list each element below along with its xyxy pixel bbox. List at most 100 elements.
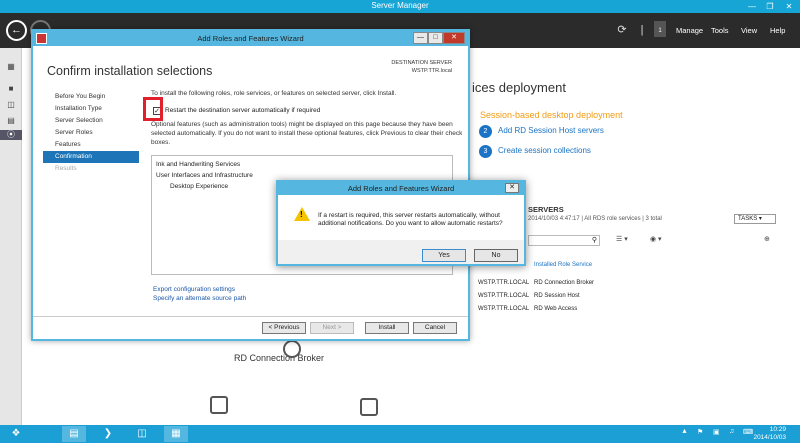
start-windows-icon[interactable]: ❖	[4, 426, 28, 442]
menu-tools[interactable]: Tools	[711, 26, 729, 35]
destination-server-value: WSTP.TTR.local	[411, 68, 452, 74]
back-button[interactable]: ←	[6, 20, 27, 41]
menu-view[interactable]: View	[741, 26, 757, 35]
table-row[interactable]: WSTP.TTR.LOCAL RD Session Host	[478, 293, 580, 299]
server-name: WSTP.TTR.LOCAL	[478, 306, 530, 312]
nav-features[interactable]: Features	[43, 139, 139, 151]
wizard-taskbar-icon[interactable]: ▦	[164, 426, 188, 442]
dialog-close-button[interactable]: ✕	[505, 183, 519, 193]
wizard-maximize-button[interactable]: □	[428, 32, 443, 44]
session-host-icon[interactable]	[360, 398, 378, 416]
footer-divider	[33, 316, 468, 317]
taskbar-clock[interactable]: 10:29 2014/10/03	[753, 426, 786, 442]
optional-features-text: Optional features (such as administratio…	[151, 121, 463, 146]
volume-icon[interactable]: ♫	[729, 428, 734, 435]
warning-icon: !	[294, 207, 310, 221]
server-manager-titlebar: Server Manager — ❐ ✕	[0, 0, 800, 13]
taskbar: ❖ ▤ ❯ ◫ ▦ ▲ ⚑ ▣ ♫ ⌨ 10:29 2014/10/03	[0, 425, 800, 443]
step-number: 2	[479, 125, 492, 138]
cancel-button[interactable]: Cancel	[413, 322, 457, 334]
file-explorer-icon[interactable]: ◫	[130, 426, 154, 442]
wizard-titlebar: Add Roles and Features Wizard	[33, 31, 468, 46]
server-name: WSTP.TTR.LOCAL	[478, 293, 530, 299]
restart-label: Restart the destination server automatic…	[165, 107, 321, 114]
wizard-app-icon	[36, 33, 47, 44]
install-button[interactable]: Install	[365, 322, 409, 334]
step-create-collections[interactable]: 3 Create session collections	[479, 145, 591, 158]
tray-chevron-icon[interactable]: ▲	[681, 428, 688, 435]
restore-button[interactable]: ❐	[761, 0, 779, 13]
intro-text: To install the following roles, role ser…	[151, 90, 397, 97]
alternate-source-link[interactable]: Specify an alternate source path	[153, 295, 246, 302]
flag-icon[interactable]: ⚑	[697, 428, 703, 436]
servers-search-input[interactable]: ⚲	[528, 235, 600, 246]
window-title: Server Manager	[371, 1, 429, 10]
dialog-title: Add Roles and Features Wizard	[278, 182, 524, 195]
web-access-icon[interactable]	[210, 396, 228, 414]
list-item: Ink and Handwriting Services	[156, 161, 241, 168]
wizard-title: Add Roles and Features Wizard	[197, 34, 304, 43]
all-servers-icon[interactable]: ◫	[5, 100, 17, 110]
close-button[interactable]: ✕	[780, 0, 798, 13]
column-header-role-service[interactable]: Installed Role Service	[534, 262, 592, 268]
save-query-icon[interactable]: ◉ ▾	[650, 235, 662, 243]
deployment-subtitle: Session-based desktop deployment	[480, 110, 623, 120]
page-title: Confirm installation selections	[47, 64, 213, 78]
highlight-annotation	[143, 97, 163, 121]
separator-icon: |	[640, 24, 644, 36]
table-row[interactable]: WSTP.TTR.LOCAL RD Web Access	[478, 306, 577, 312]
local-server-icon[interactable]: ■	[5, 84, 17, 94]
menu-help[interactable]: Help	[770, 26, 785, 35]
nav-confirmation[interactable]: Confirmation	[43, 151, 139, 163]
navigation-rail: ▦ ■ ◫ ▤ ⦿	[0, 48, 22, 425]
previous-button[interactable]: < Previous	[262, 322, 306, 334]
restart-option[interactable]: ✓ Restart the destination server automati…	[153, 107, 320, 115]
remote-desktop-icon[interactable]: ⦿	[0, 130, 22, 140]
role-name: RD Web Access	[534, 306, 578, 312]
wizard-minimize-button[interactable]: —	[413, 32, 428, 44]
network-icon[interactable]: ▣	[713, 428, 720, 436]
step-add-session-host[interactable]: 2 Add RD Session Host servers	[479, 125, 604, 138]
role-name: RD Session Host	[534, 293, 580, 299]
nav-server-selection[interactable]: Server Selection	[43, 115, 139, 127]
step-number: 3	[479, 145, 492, 158]
server-manager-taskbar-icon[interactable]: ▤	[62, 426, 86, 442]
nav-before-you-begin[interactable]: Before You Begin	[43, 91, 139, 103]
server-name: WSTP.TTR.LOCAL	[478, 280, 530, 286]
filter-icon[interactable]: ☰ ▾	[616, 235, 628, 243]
step-label: Add RD Session Host servers	[498, 126, 604, 135]
servers-title: SERVERS	[528, 205, 564, 214]
no-button[interactable]: No	[474, 249, 518, 262]
nav-installation-type[interactable]: Installation Type	[43, 103, 139, 115]
keyboard-icon[interactable]: ⌨	[743, 428, 753, 436]
nav-results: Results	[55, 165, 77, 172]
export-settings-link[interactable]: Export configuration settings	[153, 286, 235, 293]
table-row[interactable]: WSTP.TTR.LOCAL RD Connection Broker	[478, 280, 594, 286]
servers-subtitle: 2014/10/03 4:47:17 | All RDS role servic…	[528, 216, 662, 222]
role-name: RD Connection Broker	[534, 280, 595, 286]
clock-date: 2014/10/03	[753, 434, 786, 441]
notifications-flag-icon[interactable]: 1	[654, 21, 666, 37]
powershell-icon[interactable]: ❯	[96, 426, 120, 442]
search-icon: ⚲	[591, 237, 597, 244]
dashboard-icon[interactable]: ▦	[5, 62, 17, 72]
connection-broker-icon[interactable]	[283, 340, 301, 358]
collapse-icon[interactable]: ⊕	[764, 235, 770, 243]
dialog-body: ! If a restart is required, this server …	[278, 195, 524, 240]
dialog-message: If a restart is required, this server re…	[318, 212, 503, 227]
yes-button[interactable]: Yes	[422, 249, 466, 262]
restart-confirm-dialog: Add Roles and Features Wizard ✕ ! If a r…	[276, 180, 526, 266]
tasks-label: TASKS	[738, 216, 758, 222]
minimize-button[interactable]: —	[743, 0, 761, 13]
menu-manage[interactable]: Manage	[676, 26, 703, 35]
clock-time: 10:29	[769, 426, 786, 433]
diagram-label: RD Connection Broker	[234, 353, 325, 363]
tasks-dropdown[interactable]: TASKS ▾	[734, 214, 776, 224]
wizard-nav: Before You Begin Installation Type Serve…	[43, 91, 139, 175]
refresh-icon[interactable]: ⟳	[614, 22, 630, 38]
deployment-title: ices deployment	[472, 80, 566, 95]
wizard-close-button[interactable]: ✕	[443, 32, 465, 44]
file-services-icon[interactable]: ▤	[5, 116, 17, 126]
step-label: Create session collections	[498, 146, 591, 155]
nav-server-roles[interactable]: Server Roles	[43, 127, 139, 139]
